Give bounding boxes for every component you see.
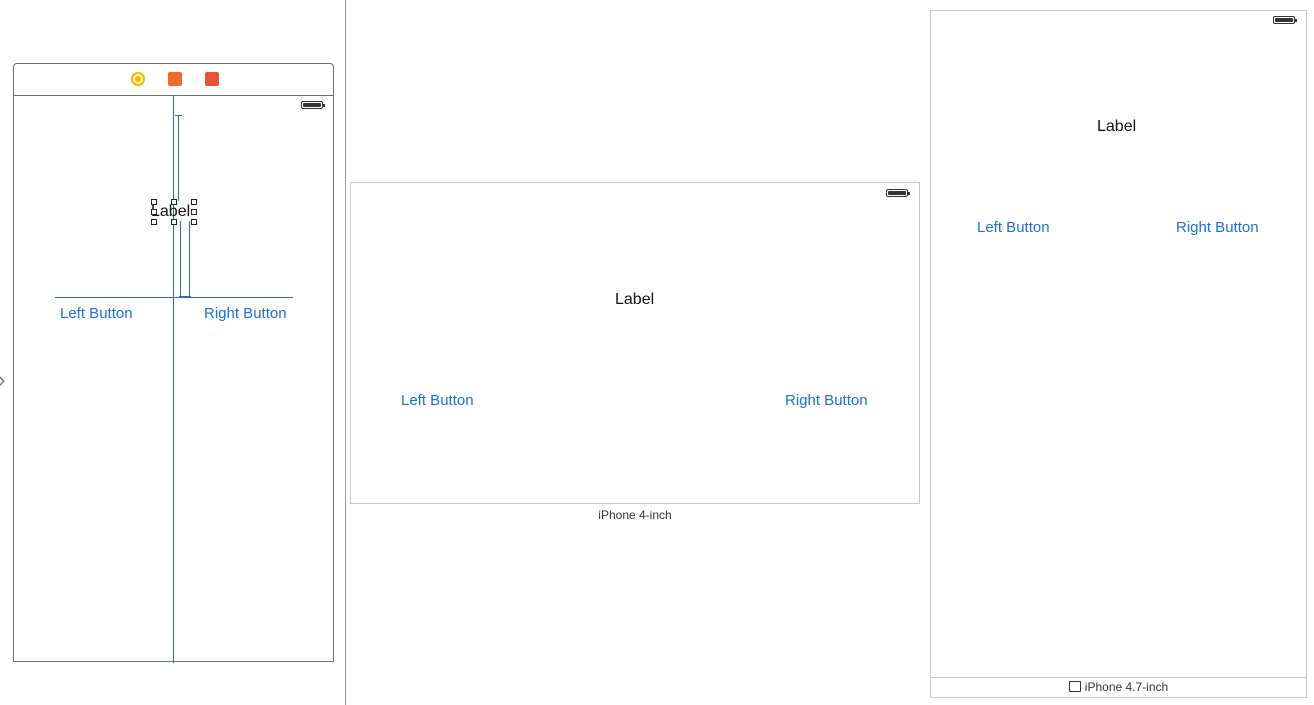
entry-point-arrow-icon[interactable]: › — [0, 369, 5, 391]
label: Label — [1097, 118, 1137, 135]
resize-handle[interactable] — [171, 199, 177, 205]
left-button[interactable]: Left Button — [60, 305, 133, 322]
constraint-cap — [175, 115, 182, 116]
constraint-cap — [179, 296, 191, 297]
device-caption: iPhone 4.7-inch — [1084, 680, 1169, 694]
view-controller-icon[interactable] — [131, 72, 145, 86]
first-responder-icon[interactable] — [168, 72, 182, 86]
canvas-divider — [345, 0, 346, 705]
device-caption: iPhone 4-inch — [598, 508, 672, 522]
battery-icon — [301, 101, 325, 109]
scene-dock — [14, 64, 333, 96]
center-x-guide — [173, 95, 174, 663]
right-button[interactable]: Right Button — [785, 392, 868, 409]
left-button[interactable]: Left Button — [977, 219, 1050, 236]
left-button[interactable]: Left Button — [401, 392, 474, 409]
preview-iphone-4-inch: Label Left Button Right Button — [350, 182, 920, 504]
vertical-spacing-constraint[interactable] — [180, 221, 181, 298]
resize-handle[interactable] — [191, 199, 197, 205]
resize-handle[interactable] — [151, 199, 157, 205]
right-button[interactable]: Right Button — [1176, 219, 1259, 236]
preview-iphone-4-7-inch: Label Left Button Right Button iPhone 4.… — [930, 10, 1307, 698]
label: Label — [615, 291, 655, 308]
resize-handle[interactable] — [191, 209, 197, 215]
rotate-icon[interactable] — [1068, 681, 1081, 692]
resize-handle[interactable] — [171, 219, 177, 225]
storyboard-scene[interactable]: Label Left Button Right Button — [13, 63, 334, 663]
vertical-spacing-constraint[interactable] — [189, 221, 190, 298]
battery-icon — [886, 189, 910, 197]
resize-handle[interactable] — [151, 209, 157, 215]
battery-icon — [1273, 16, 1297, 24]
top-space-constraint[interactable] — [178, 115, 179, 201]
resize-handle[interactable] — [191, 219, 197, 225]
right-button[interactable]: Right Button — [204, 305, 287, 322]
exit-icon[interactable] — [205, 72, 219, 86]
buttons-alignment-guide — [55, 297, 293, 298]
resize-handle[interactable] — [151, 219, 157, 225]
device-caption-bar: iPhone 4.7-inch — [931, 677, 1306, 697]
